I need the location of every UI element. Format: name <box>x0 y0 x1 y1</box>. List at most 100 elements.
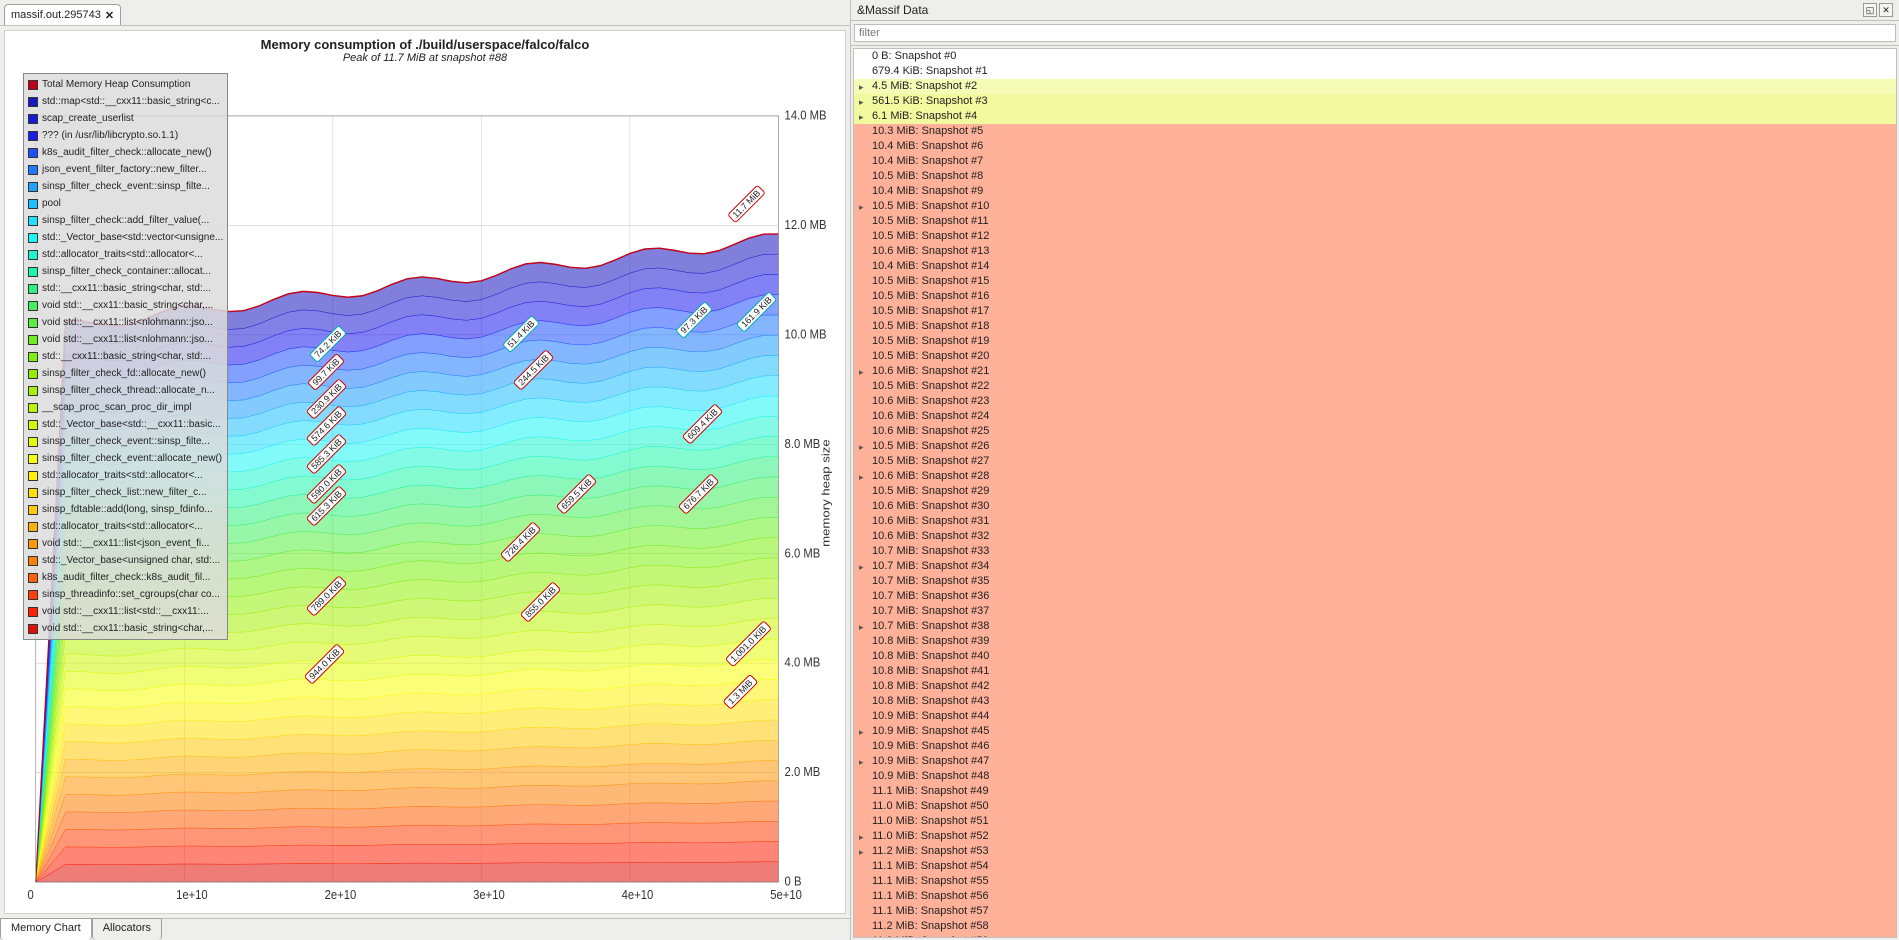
snapshot-row[interactable]: 10.5 MiB: Snapshot #18 <box>854 319 1896 334</box>
snapshot-row[interactable]: 10.5 MiB: Snapshot #16 <box>854 289 1896 304</box>
tab-allocators[interactable]: Allocators <box>92 918 162 940</box>
snapshot-row[interactable]: ▸10.7 MiB: Snapshot #34 <box>854 559 1896 574</box>
legend-item[interactable]: void std::__cxx11::list<std::__cxx11:... <box>26 603 225 620</box>
snapshot-row[interactable]: 10.6 MiB: Snapshot #13 <box>854 244 1896 259</box>
legend-item[interactable]: sinsp_filter_check_event::sinsp_filte... <box>26 433 225 450</box>
snapshot-row[interactable]: 10.5 MiB: Snapshot #17 <box>854 304 1896 319</box>
snapshot-row[interactable]: 10.8 MiB: Snapshot #39 <box>854 634 1896 649</box>
snapshot-row[interactable]: 10.5 MiB: Snapshot #19 <box>854 334 1896 349</box>
snapshot-row[interactable]: 11.2 MiB: Snapshot #58 <box>854 919 1896 934</box>
expander-icon[interactable]: ▸ <box>859 756 864 769</box>
legend-item[interactable]: std::allocator_traits<std::allocator<... <box>26 518 225 535</box>
snapshot-row[interactable]: ▸6.1 MiB: Snapshot #4 <box>854 109 1896 124</box>
legend-item[interactable]: sinsp_filter_check::add_filter_value(... <box>26 212 225 229</box>
expander-icon[interactable]: ▸ <box>859 81 864 94</box>
snapshot-row[interactable]: 10.7 MiB: Snapshot #36 <box>854 589 1896 604</box>
legend-item[interactable]: std::__cxx11::basic_string<char, std:... <box>26 280 225 297</box>
legend-item[interactable]: Total Memory Heap Consumption <box>26 76 225 93</box>
snapshot-row[interactable]: 0 B: Snapshot #0 <box>854 49 1896 64</box>
expander-icon[interactable]: ▸ <box>859 111 864 124</box>
snapshot-row[interactable]: 10.6 MiB: Snapshot #23 <box>854 394 1896 409</box>
snapshot-row[interactable]: ▸11.2 MiB: Snapshot #53 <box>854 844 1896 859</box>
snapshot-row[interactable]: 10.5 MiB: Snapshot #29 <box>854 484 1896 499</box>
expander-icon[interactable]: ▸ <box>859 621 864 634</box>
snapshot-row[interactable]: 11.1 MiB: Snapshot #49 <box>854 784 1896 799</box>
snapshot-row[interactable]: 10.4 MiB: Snapshot #7 <box>854 154 1896 169</box>
snapshot-row[interactable]: 679.4 KiB: Snapshot #1 <box>854 64 1896 79</box>
legend-item[interactable]: sinsp_filter_check_event::allocate_new() <box>26 450 225 467</box>
tab-memory-chart[interactable]: Memory Chart <box>0 918 92 940</box>
legend-item[interactable]: void std::__cxx11::list<nlohmann::jso... <box>26 314 225 331</box>
snapshot-row[interactable]: 10.4 MiB: Snapshot #6 <box>854 139 1896 154</box>
expander-icon[interactable]: ▸ <box>859 471 864 484</box>
snapshot-row[interactable]: 10.5 MiB: Snapshot #20 <box>854 349 1896 364</box>
legend-item[interactable]: __scap_proc_scan_proc_dir_impl <box>26 399 225 416</box>
snapshot-row[interactable]: 10.5 MiB: Snapshot #8 <box>854 169 1896 184</box>
snapshot-row[interactable]: 10.7 MiB: Snapshot #37 <box>854 604 1896 619</box>
legend-item[interactable]: k8s_audit_filter_check::allocate_new() <box>26 144 225 161</box>
legend-item[interactable]: json_event_filter_factory::new_filter... <box>26 161 225 178</box>
snapshot-row[interactable]: 10.6 MiB: Snapshot #24 <box>854 409 1896 424</box>
snapshot-row[interactable]: ▸10.7 MiB: Snapshot #38 <box>854 619 1896 634</box>
snapshot-row[interactable]: 10.8 MiB: Snapshot #43 <box>854 694 1896 709</box>
snapshot-row[interactable]: 11.1 MiB: Snapshot #56 <box>854 889 1896 904</box>
filter-input[interactable] <box>854 24 1896 42</box>
snapshot-row[interactable]: 11.1 MiB: Snapshot #54 <box>854 859 1896 874</box>
legend-item[interactable]: void std::__cxx11::list<nlohmann::jso... <box>26 331 225 348</box>
legend-item[interactable]: sinsp_threadinfo::set_cgroups(char co... <box>26 586 225 603</box>
snapshot-row[interactable]: 10.8 MiB: Snapshot #42 <box>854 679 1896 694</box>
snapshot-row[interactable]: 10.7 MiB: Snapshot #35 <box>854 574 1896 589</box>
snapshot-row[interactable]: 10.9 MiB: Snapshot #46 <box>854 739 1896 754</box>
snapshot-row[interactable]: 10.3 MiB: Snapshot #5 <box>854 124 1896 139</box>
legend-item[interactable]: ??? (in /usr/lib/libcrypto.so.1.1) <box>26 127 225 144</box>
snapshot-row[interactable]: 10.6 MiB: Snapshot #31 <box>854 514 1896 529</box>
expander-icon[interactable]: ▸ <box>859 441 864 454</box>
snapshot-row[interactable]: ▸4.5 MiB: Snapshot #2 <box>854 79 1896 94</box>
expander-icon[interactable]: ▸ <box>859 726 864 739</box>
legend-item[interactable]: std::_Vector_base<std::__cxx11::basic... <box>26 416 225 433</box>
legend-item[interactable]: pool <box>26 195 225 212</box>
panel-close-icon[interactable]: ✕ <box>1879 3 1893 17</box>
expander-icon[interactable]: ▸ <box>859 366 864 379</box>
expander-icon[interactable]: ▸ <box>859 201 864 214</box>
legend-item[interactable]: std::_Vector_base<std::vector<unsigne... <box>26 229 225 246</box>
legend-item[interactable]: std::__cxx11::basic_string<char, std:... <box>26 348 225 365</box>
snapshot-row[interactable]: 10.4 MiB: Snapshot #9 <box>854 184 1896 199</box>
snapshot-row[interactable]: 11.0 MiB: Snapshot #50 <box>854 799 1896 814</box>
expander-icon[interactable]: ▸ <box>859 831 864 844</box>
snapshot-row[interactable]: 10.5 MiB: Snapshot #12 <box>854 229 1896 244</box>
snapshot-row[interactable]: ▸10.9 MiB: Snapshot #45 <box>854 724 1896 739</box>
snapshot-row[interactable]: 10.4 MiB: Snapshot #14 <box>854 259 1896 274</box>
legend-item[interactable]: void std::__cxx11::basic_string<char,... <box>26 297 225 314</box>
snapshot-row[interactable]: 11.1 MiB: Snapshot #55 <box>854 874 1896 889</box>
legend-item[interactable]: sinsp_filter_check_thread::allocate_n... <box>26 382 225 399</box>
snapshot-row[interactable]: 10.5 MiB: Snapshot #27 <box>854 454 1896 469</box>
legend-item[interactable]: sinsp_filter_check_fd::allocate_new() <box>26 365 225 382</box>
legend-item[interactable]: k8s_audit_filter_check::k8s_audit_fil... <box>26 569 225 586</box>
legend-item[interactable]: std::_Vector_base<unsigned char, std:... <box>26 552 225 569</box>
legend-item[interactable]: scap_create_userlist <box>26 110 225 127</box>
chart-area[interactable]: Memory consumption of ./build/userspace/… <box>4 30 846 914</box>
file-tab[interactable]: massif.out.295743 ✕ <box>4 4 121 25</box>
snapshot-row[interactable]: 10.9 MiB: Snapshot #48 <box>854 769 1896 784</box>
snapshot-row[interactable]: 11.1 MiB: Snapshot #57 <box>854 904 1896 919</box>
expander-icon[interactable]: ▸ <box>859 561 864 574</box>
legend-item[interactable]: sinsp_filter_check_container::allocat... <box>26 263 225 280</box>
legend-item[interactable]: std::allocator_traits<std::allocator<... <box>26 246 225 263</box>
expander-icon[interactable]: ▸ <box>859 846 864 859</box>
snapshot-row[interactable]: 11.3 MiB: Snapshot #59 <box>854 934 1896 938</box>
snapshot-row[interactable]: ▸561.5 KiB: Snapshot #3 <box>854 94 1896 109</box>
snapshot-row[interactable]: ▸10.5 MiB: Snapshot #10 <box>854 199 1896 214</box>
snapshot-row[interactable]: 11.0 MiB: Snapshot #51 <box>854 814 1896 829</box>
legend-item[interactable]: void std::__cxx11::list<json_event_fi... <box>26 535 225 552</box>
legend-item[interactable]: sinsp_filter_check_event::sinsp_filte... <box>26 178 225 195</box>
legend-item[interactable]: sinsp_fdtable::add(long, sinsp_fdinfo... <box>26 501 225 518</box>
legend-item[interactable]: void std::__cxx11::basic_string<char,... <box>26 620 225 637</box>
snapshot-row[interactable]: 10.8 MiB: Snapshot #40 <box>854 649 1896 664</box>
expander-icon[interactable]: ▸ <box>859 96 864 109</box>
snapshot-row[interactable]: 10.5 MiB: Snapshot #22 <box>854 379 1896 394</box>
snapshot-row[interactable]: 10.6 MiB: Snapshot #25 <box>854 424 1896 439</box>
panel-detach-icon[interactable]: ◱ <box>1863 3 1877 17</box>
snapshot-row[interactable]: 10.6 MiB: Snapshot #30 <box>854 499 1896 514</box>
snapshot-row[interactable]: ▸10.5 MiB: Snapshot #26 <box>854 439 1896 454</box>
